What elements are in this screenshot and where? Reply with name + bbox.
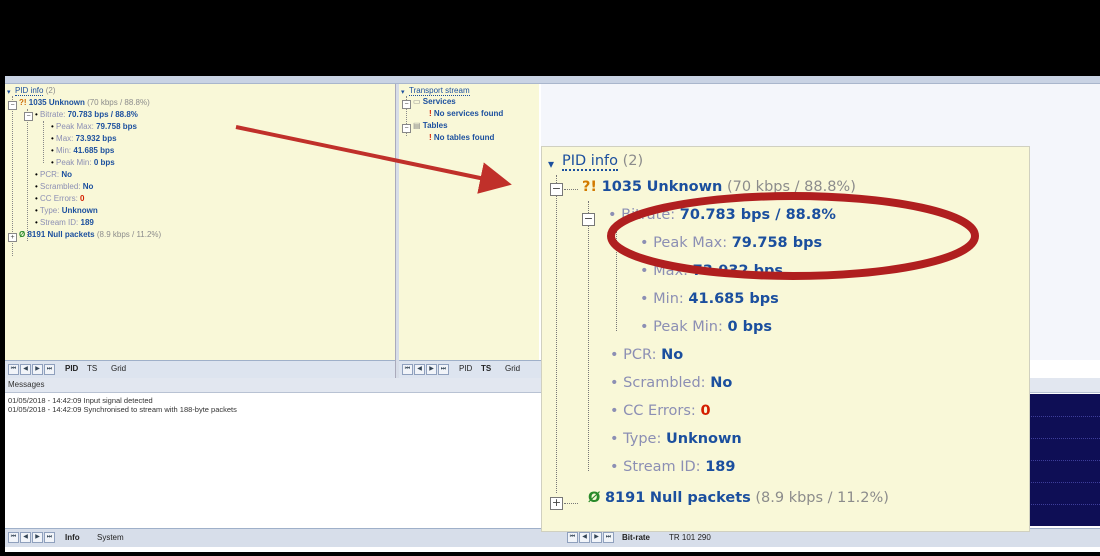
zoom-max-item: • Max: 73.932 bps <box>640 263 784 279</box>
zoom-pid-8191-node: Ø 8191 Null packets (8.9 kbps / 11.2%) <box>588 490 889 506</box>
stream-id-item: • Stream ID: 189 <box>35 218 94 227</box>
pid-1035-node[interactable]: ?! 1035 Unknown (70 kbps / 88.8%) <box>19 97 150 109</box>
first-tab-icon[interactable]: ⏮ <box>402 364 413 375</box>
tables-node[interactable]: ▤ Tables <box>413 120 448 132</box>
prev-tab-icon[interactable]: ◀ <box>20 364 31 375</box>
tab-system[interactable]: System <box>97 533 124 542</box>
warning-icon: ! <box>429 109 432 118</box>
first-tab-icon[interactable]: ⏮ <box>8 364 19 375</box>
pid-info-root[interactable]: PID info (2) <box>15 85 55 97</box>
peak-min-item: • Peak Min: 0 bps <box>51 158 115 167</box>
scrambled-item: • Scrambled: No <box>35 182 94 191</box>
min-item: • Min: 41.685 bps <box>51 146 115 155</box>
tab-ts[interactable]: TS <box>87 364 97 373</box>
expand-toggle-icon[interactable]: − <box>402 124 411 133</box>
prev-tab-icon[interactable]: ◀ <box>579 532 590 543</box>
zoom-scrambled-item: • Scrambled: No <box>610 375 733 391</box>
bitrate-node[interactable]: • Bitrate: 70.783 bps / 88.8% <box>35 109 138 121</box>
tab-bit-rate[interactable]: Bit-rate <box>622 533 650 542</box>
first-tab-icon[interactable]: ⏮ <box>8 532 19 543</box>
prev-tab-icon[interactable]: ◀ <box>20 532 31 543</box>
tab-ts[interactable]: TS <box>481 364 491 373</box>
collapse-arrow-icon[interactable]: ▾ <box>401 87 405 99</box>
left-tab-bar: ⏮ ◀ ▶ ⏭ PID TS Grid <box>5 360 395 378</box>
tables-icon: ▤ <box>413 121 421 130</box>
collapse-arrow-icon[interactable]: ▾ <box>7 87 11 99</box>
zoom-type-item: • Type: Unknown <box>610 431 742 447</box>
tab-tr-101-290[interactable]: TR 101 290 <box>669 533 711 542</box>
expand-toggle-icon: + <box>550 496 563 510</box>
prev-tab-icon[interactable]: ◀ <box>414 364 425 375</box>
no-services-item: ! No services found <box>429 109 504 118</box>
next-tab-icon[interactable]: ▶ <box>32 364 43 375</box>
zoom-peak-min-item: • Peak Min: 0 bps <box>640 319 772 335</box>
services-node[interactable]: ▭ Services <box>413 96 456 108</box>
expand-toggle-icon[interactable]: + <box>8 233 17 242</box>
cc-errors-item: • CC Errors: 0 <box>35 194 85 203</box>
transport-stream-pane[interactable]: ▾ Transport stream − ▭ Services ! No ser… <box>399 84 539 360</box>
tab-pid[interactable]: PID <box>459 364 472 373</box>
zoom-stream-id-item: • Stream ID: 189 <box>610 459 736 475</box>
tab-pid[interactable]: PID <box>65 364 78 373</box>
expand-toggle-icon: − <box>582 212 595 226</box>
zoom-pcr-item: • PCR: No <box>610 347 684 363</box>
pcr-item: • PCR: No <box>35 170 73 179</box>
last-tab-icon[interactable]: ⏭ <box>603 532 614 543</box>
tab-grid[interactable]: Grid <box>111 364 126 373</box>
last-tab-icon[interactable]: ⏭ <box>44 364 55 375</box>
pid-info-pane[interactable]: ▾ PID info (2) − ?! 1035 Unknown (70 kbp… <box>5 84 396 360</box>
zoomed-pid-info-callout: ▾ PID info (2) − ?! 1035 Unknown (70 kbp… <box>541 146 1030 532</box>
zoom-pid-info-root: PID info (2) <box>562 153 644 171</box>
expand-toggle-icon[interactable]: − <box>8 101 17 110</box>
zoom-bitrate-node: • Bitrate: 70.783 bps / 88.8% <box>608 207 836 223</box>
last-tab-icon[interactable]: ⏭ <box>438 364 449 375</box>
zoom-min-item: • Min: 41.685 bps <box>640 291 779 307</box>
max-item: • Max: 73.932 bps <box>51 134 117 143</box>
pid-8191-node[interactable]: Ø 8191 Null packets (8.9 kbps / 11.2%) <box>19 229 161 241</box>
peak-max-item: • Peak Max: 79.758 bps <box>51 122 137 131</box>
zoom-cc-errors-item: • CC Errors: 0 <box>610 403 711 419</box>
zoom-pid-1035-node: ?! 1035 Unknown (70 kbps / 88.8%) <box>582 179 856 195</box>
type-item: • Type: Unknown <box>35 206 98 215</box>
expand-toggle-icon[interactable]: − <box>24 112 33 121</box>
next-tab-icon[interactable]: ▶ <box>426 364 437 375</box>
messages-title: Messages <box>8 380 45 389</box>
warning-icon: ! <box>429 133 432 142</box>
mid-tab-bar: ⏮ ◀ ▶ ⏭ PID TS Grid <box>399 360 541 378</box>
tab-grid[interactable]: Grid <box>505 364 520 373</box>
collapse-arrow-icon: ▾ <box>548 157 555 171</box>
expand-toggle-icon[interactable]: − <box>402 100 411 109</box>
last-tab-icon[interactable]: ⏭ <box>44 532 55 543</box>
next-tab-icon[interactable]: ▶ <box>32 532 43 543</box>
no-tables-item: ! No tables found <box>429 133 495 142</box>
message-line: 01/05/2018 - 14:42:09 Input signal detec… <box>8 396 153 405</box>
message-line: 01/05/2018 - 14:42:09 Synchronised to st… <box>8 405 237 414</box>
panel-header-strip <box>5 76 1100 84</box>
tab-info[interactable]: Info <box>65 533 80 542</box>
services-icon: ▭ <box>413 97 421 106</box>
expand-toggle-icon: − <box>550 182 563 196</box>
messages-log[interactable]: 01/05/2018 - 14:42:09 Input signal detec… <box>5 393 545 528</box>
first-tab-icon[interactable]: ⏮ <box>567 532 578 543</box>
zoom-peak-max-item: • Peak Max: 79.758 bps <box>640 235 823 251</box>
next-tab-icon[interactable]: ▶ <box>591 532 602 543</box>
